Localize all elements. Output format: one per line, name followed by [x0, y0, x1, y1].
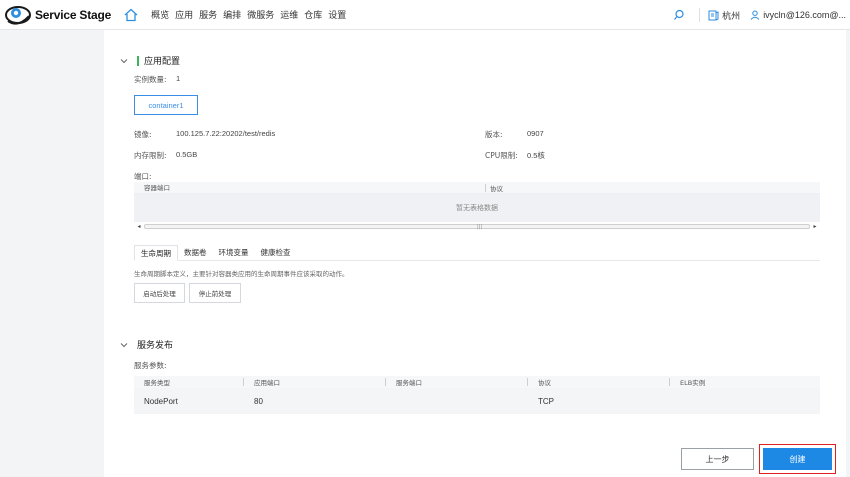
- user-account: ivycln@126.com@...: [763, 10, 846, 20]
- nav-microservice[interactable]: 微服务: [247, 8, 274, 21]
- memory-limit-label: 内存限制:: [134, 151, 167, 160]
- port-label: 端口:: [134, 172, 152, 181]
- service-table: 服务类型 应用端口 服务端口 协议 ELB实例 NodePort 80 TCP: [134, 376, 820, 414]
- column-header-elb-instance: ELB实例: [680, 379, 706, 387]
- instance-count-value: 1: [176, 74, 181, 83]
- scroll-left-icon[interactable]: ◂: [134, 223, 144, 230]
- container-settings-tabs: 生命周期 数据卷 环境变量 健康检查: [134, 245, 820, 261]
- home-icon[interactable]: [123, 7, 139, 23]
- scroll-grip-icon[interactable]: |||: [477, 224, 482, 230]
- column-header-app-port: 应用端口: [244, 378, 386, 387]
- region-selector[interactable]: 杭州: [708, 9, 740, 22]
- header-divider: [699, 8, 701, 22]
- nav-application[interactable]: 应用: [175, 8, 193, 21]
- region-label: 杭州: [722, 11, 741, 22]
- cpu-limit-value: 0.5核: [527, 151, 545, 160]
- cell-elb-instance[interactable]: [670, 388, 820, 414]
- nav-operations[interactable]: 运维: [280, 8, 298, 21]
- tab-env-vars[interactable]: 环境变量: [213, 245, 255, 261]
- top-nav-bar: Service Stage 概览 应用 服务 编排 微服务 运维 仓库 设置 杭…: [0, 0, 850, 30]
- tab-lifecycle[interactable]: 生命周期: [134, 245, 178, 261]
- chevron-down-icon[interactable]: [120, 57, 128, 65]
- nav-settings[interactable]: 设置: [328, 8, 346, 21]
- logo[interactable]: Service Stage: [5, 4, 111, 26]
- table-header: 服务类型 应用端口 服务端口 协议 ELB实例: [134, 376, 820, 388]
- section-accent-bar: [137, 55, 139, 66]
- user-menu[interactable]: ivycln@126.com@...: [750, 10, 846, 20]
- search-icon[interactable]: [673, 9, 685, 21]
- version-label: 版本:: [485, 130, 503, 139]
- main-nav: 概览 应用 服务 编排 微服务 运维 仓库 设置: [151, 8, 352, 21]
- column-header-container-port: 容器端口: [134, 183, 486, 192]
- cell-service-type[interactable]: NodePort: [134, 388, 244, 414]
- column-header-service-port: 服务端口: [386, 378, 528, 387]
- cpu-limit-label: CPU限制:: [485, 151, 518, 160]
- create-app-form: 应用配置 实例数量: 1 container1 镜像: 100.125.7.22…: [104, 30, 846, 477]
- image-label: 镜像:: [134, 130, 152, 139]
- service-params-label: 服务参数:: [134, 361, 167, 370]
- section-title-app-config: 应用配置: [144, 57, 181, 67]
- scroll-track[interactable]: |||: [144, 223, 810, 230]
- tab-volumes[interactable]: 数据卷: [178, 245, 213, 261]
- tab-health-check[interactable]: 健康检查: [255, 245, 297, 261]
- app-config-header[interactable]: 应用配置: [120, 54, 180, 67]
- memory-limit-value: 0.5GB: [176, 150, 198, 159]
- cell-protocol[interactable]: TCP: [528, 388, 670, 414]
- service-publish-header[interactable]: 服务发布: [120, 338, 173, 351]
- image-value: 100.125.7.22:20202/test/redis: [176, 129, 276, 138]
- column-header-protocol: 协议: [490, 184, 503, 193]
- lifecycle-description: 生命周期脚本定义，主要针对容器类应用的生命周期事件应该采取的动作。: [134, 270, 349, 278]
- version-value: 0907: [527, 129, 544, 138]
- horizontal-scrollbar[interactable]: ◂ ||| ▸: [134, 222, 820, 230]
- chevron-down-icon[interactable]: [120, 341, 128, 349]
- create-button[interactable]: 创建: [763, 448, 832, 470]
- post-start-button[interactable]: 启动后处理: [134, 283, 185, 303]
- container-tab-button[interactable]: container1: [134, 95, 198, 115]
- user-icon: [750, 10, 760, 20]
- nav-repository[interactable]: 仓库: [304, 8, 322, 21]
- previous-step-button[interactable]: 上一步: [681, 448, 754, 470]
- empty-table-message: 暂无表格数据: [134, 194, 820, 222]
- column-header-service-type: 服务类型: [134, 378, 244, 387]
- create-button-highlight: 创建: [759, 444, 836, 474]
- region-icon: [708, 10, 719, 20]
- table-row: NodePort 80 TCP: [134, 388, 820, 414]
- port-table: 容器端口 协议 暂无表格数据 ◂ ||| ▸: [134, 182, 820, 230]
- scroll-right-icon[interactable]: ▸: [810, 223, 820, 230]
- section-title-service-publish: 服务发布: [137, 341, 174, 351]
- app-name: Service Stage: [35, 7, 112, 22]
- pre-stop-button[interactable]: 停止前处理: [189, 283, 241, 303]
- instance-count-label: 实例数量:: [134, 75, 167, 84]
- cell-service-port[interactable]: [386, 388, 528, 414]
- cell-app-port[interactable]: 80: [244, 388, 386, 414]
- service-stage-logo-icon: [5, 5, 31, 25]
- nav-service[interactable]: 服务: [199, 8, 217, 21]
- nav-overview[interactable]: 概览: [151, 8, 169, 21]
- table-header: 容器端口 协议: [134, 182, 820, 194]
- column-header-protocol: 协议: [528, 378, 670, 387]
- nav-orchestration[interactable]: 编排: [223, 8, 241, 21]
